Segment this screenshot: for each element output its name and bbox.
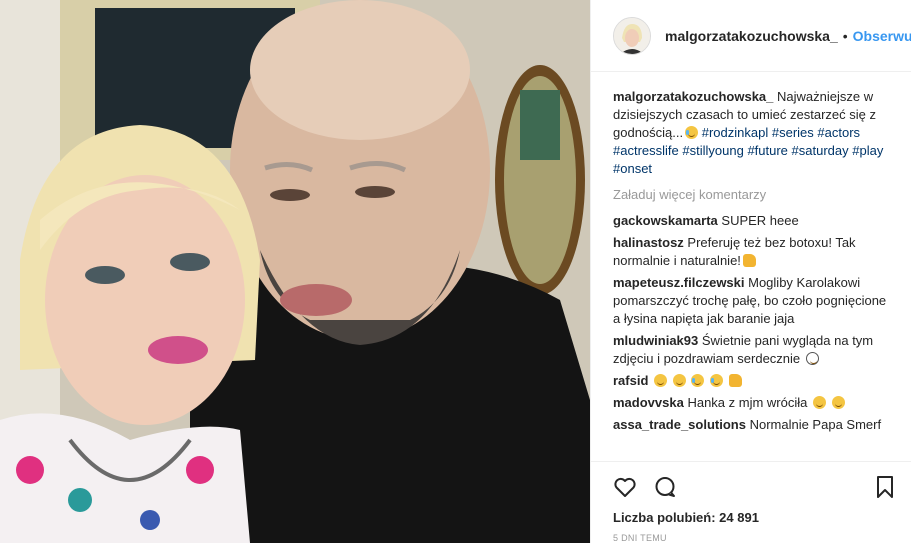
comment-username[interactable]: mapeteusz.filczewski xyxy=(613,275,745,290)
comment-username[interactable]: rafsid xyxy=(613,373,648,388)
comments-section: malgorzatakozuchowska_ Najważniejsze w d… xyxy=(591,72,911,461)
smile-emoji-icon xyxy=(805,352,819,365)
hashtag[interactable]: #onset xyxy=(613,161,652,176)
smile-emoji-icon xyxy=(654,374,668,387)
hashtag[interactable]: #actors xyxy=(817,125,860,140)
comment-username[interactable]: assa_trade_solutions xyxy=(613,417,746,432)
post-photo[interactable] xyxy=(0,0,590,543)
comment-username[interactable]: madovvska xyxy=(613,395,684,410)
comment: mludwiniak93 Świetnie pani wygląda na ty… xyxy=(613,332,895,368)
comment: madovvska Hanka z mjm wróciła xyxy=(613,394,895,412)
hashtag[interactable]: #stillyoung xyxy=(682,143,743,158)
comment-username[interactable]: gackowskamarta xyxy=(613,213,718,228)
thumbs-up-emoji-icon xyxy=(742,254,756,267)
comment: gackowskamarta SUPER heee xyxy=(613,212,895,230)
heart-icon[interactable] xyxy=(613,475,637,499)
post-timestamp[interactable]: 5 dni temu xyxy=(613,533,895,543)
smile-emoji-icon xyxy=(672,374,686,387)
grin-emoji-icon xyxy=(831,396,845,409)
action-icons xyxy=(613,470,895,504)
caption: malgorzatakozuchowska_ Najważniejsze w d… xyxy=(613,88,895,178)
comment: halinastosz Preferuję też bez botoxu! Ta… xyxy=(613,234,895,270)
comment-text: Hanka z mjm wróciła xyxy=(687,395,808,410)
hashtag[interactable]: #future xyxy=(747,143,787,158)
comment-text: Normalnie Papa Smerf xyxy=(749,417,882,432)
avatar-image xyxy=(614,17,650,54)
header-separator: • xyxy=(842,27,848,44)
avatar[interactable] xyxy=(613,16,651,55)
post-actions: Liczba polubień: 24 891 5 dni temu xyxy=(591,461,911,543)
thumbs-up-emoji-icon xyxy=(728,374,742,387)
grin-emoji-icon xyxy=(813,396,826,409)
laughing-emoji-icon xyxy=(709,374,723,387)
hashtag[interactable]: #rodzinkapl xyxy=(702,125,769,140)
header-username[interactable]: malgorzatakozuchowska_ xyxy=(665,28,838,44)
post-sidebar: malgorzatakozuchowska_ • Obserwuj malgor… xyxy=(590,0,911,543)
hashtag[interactable]: #series xyxy=(772,125,814,140)
selfie-image xyxy=(0,0,590,543)
hashtag[interactable]: #saturday xyxy=(792,143,849,158)
comment: assa_trade_solutions Normalnie Papa Smer… xyxy=(613,416,895,434)
comment: mapeteusz.filczewski Mogliby Karolakowi … xyxy=(613,274,895,328)
caption-username[interactable]: malgorzatakozuchowska_ xyxy=(613,89,773,104)
comment-username[interactable]: halinastosz xyxy=(613,235,684,250)
comment-icon[interactable] xyxy=(653,475,677,499)
instagram-post: malgorzatakozuchowska_ • Obserwuj malgor… xyxy=(0,0,911,543)
comment-username[interactable]: mludwiniak93 xyxy=(613,333,698,348)
hashtag[interactable]: #actresslife xyxy=(613,143,679,158)
follow-button[interactable]: Obserwuj xyxy=(853,28,911,44)
comment-text: SUPER heee xyxy=(721,213,799,228)
post-header: malgorzatakozuchowska_ • Obserwuj xyxy=(591,0,911,72)
laughing-emoji-icon xyxy=(691,374,705,387)
laughing-emoji-icon xyxy=(685,126,699,139)
hashtag[interactable]: #play xyxy=(852,143,883,158)
bookmark-icon[interactable] xyxy=(875,475,895,499)
load-more-comments-button[interactable]: Załaduj więcej komentarzy xyxy=(613,186,895,204)
comment: rafsid xyxy=(613,372,895,390)
likes-count[interactable]: Liczba polubień: 24 891 xyxy=(613,510,895,525)
